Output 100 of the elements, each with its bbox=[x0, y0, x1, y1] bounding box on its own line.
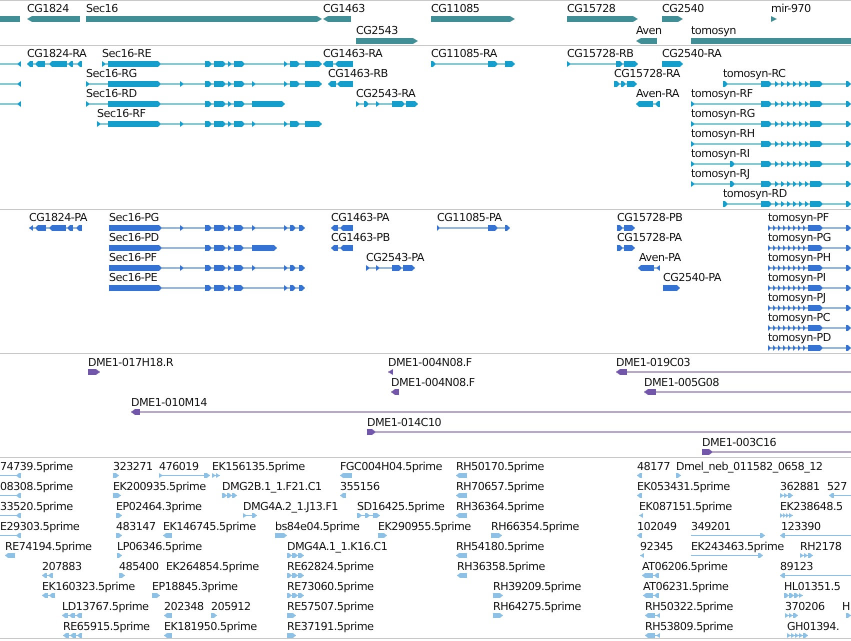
transcript-model[interactable] bbox=[328, 81, 353, 87]
transcript-model[interactable] bbox=[614, 81, 637, 87]
est-marker[interactable] bbox=[0, 493, 21, 498]
est-marker[interactable] bbox=[63, 633, 82, 638]
est-marker[interactable] bbox=[691, 533, 765, 538]
est-marker[interactable] bbox=[357, 513, 380, 518]
protein-model[interactable] bbox=[331, 245, 353, 251]
est-marker[interactable] bbox=[787, 633, 808, 638]
est-marker[interactable] bbox=[800, 553, 813, 558]
est-marker[interactable] bbox=[457, 573, 467, 578]
gene-bar[interactable] bbox=[771, 16, 777, 22]
est-marker[interactable] bbox=[378, 533, 387, 538]
est-marker[interactable] bbox=[784, 593, 803, 598]
protein-model[interactable] bbox=[768, 285, 851, 291]
transcript-model[interactable] bbox=[0, 61, 21, 67]
est-marker[interactable] bbox=[287, 553, 304, 558]
est-marker[interactable] bbox=[0, 533, 21, 538]
est-marker[interactable] bbox=[275, 533, 287, 538]
transcript-model[interactable] bbox=[691, 181, 851, 187]
est-marker[interactable] bbox=[491, 533, 502, 538]
est-marker[interactable] bbox=[640, 553, 644, 558]
transcript-model[interactable] bbox=[323, 61, 353, 67]
transcript-model[interactable] bbox=[86, 81, 322, 87]
est-marker[interactable] bbox=[116, 513, 122, 518]
est-marker[interactable] bbox=[159, 473, 210, 478]
transcript-model[interactable] bbox=[636, 101, 660, 107]
est-marker[interactable] bbox=[287, 573, 304, 578]
transcript-model[interactable] bbox=[0, 81, 21, 87]
est-marker[interactable] bbox=[456, 473, 467, 478]
est-marker[interactable] bbox=[116, 533, 122, 538]
est-marker[interactable] bbox=[785, 613, 798, 618]
est-marker[interactable] bbox=[642, 573, 659, 578]
transcript-model[interactable] bbox=[723, 201, 851, 207]
protein-model[interactable] bbox=[437, 225, 510, 231]
protein-model[interactable] bbox=[331, 225, 353, 231]
est-marker[interactable] bbox=[113, 473, 119, 478]
gene-bar[interactable] bbox=[567, 16, 638, 22]
gene-bar[interactable] bbox=[356, 38, 418, 44]
est-marker[interactable] bbox=[164, 613, 172, 618]
est-marker[interactable] bbox=[493, 613, 503, 618]
protein-model[interactable] bbox=[109, 225, 305, 231]
est-marker[interactable] bbox=[691, 553, 763, 558]
protein-model[interactable] bbox=[29, 225, 82, 231]
est-marker[interactable] bbox=[0, 513, 21, 518]
transcript-model[interactable] bbox=[0, 101, 21, 107]
est-marker[interactable] bbox=[676, 473, 681, 478]
est-marker[interactable] bbox=[780, 493, 793, 498]
est-marker[interactable] bbox=[645, 613, 660, 618]
clone-arrow[interactable] bbox=[88, 369, 100, 375]
gene-bar[interactable] bbox=[323, 16, 351, 22]
gene-bar[interactable] bbox=[636, 38, 657, 44]
est-marker[interactable] bbox=[493, 593, 503, 598]
est-marker[interactable] bbox=[456, 553, 467, 558]
est-marker[interactable] bbox=[287, 613, 296, 618]
transcript-model[interactable] bbox=[691, 161, 851, 167]
est-marker[interactable] bbox=[42, 593, 55, 598]
est-marker[interactable] bbox=[780, 573, 851, 578]
est-marker[interactable] bbox=[287, 633, 296, 638]
protein-model[interactable] bbox=[617, 225, 635, 231]
protein-model[interactable] bbox=[768, 225, 851, 231]
protein-model[interactable] bbox=[768, 325, 851, 331]
protein-model[interactable] bbox=[768, 305, 851, 311]
est-marker[interactable] bbox=[243, 513, 257, 518]
protein-model[interactable] bbox=[109, 265, 305, 271]
protein-model[interactable] bbox=[109, 245, 277, 251]
est-marker[interactable] bbox=[42, 573, 53, 578]
est-marker[interactable] bbox=[222, 493, 237, 498]
est-marker[interactable] bbox=[211, 613, 217, 618]
est-marker[interactable] bbox=[846, 613, 851, 618]
gene-bar[interactable] bbox=[662, 16, 683, 22]
protein-model[interactable] bbox=[617, 245, 635, 251]
transcript-model[interactable] bbox=[97, 121, 322, 127]
est-marker[interactable] bbox=[780, 533, 851, 538]
transcript-model[interactable] bbox=[662, 61, 683, 67]
est-marker[interactable] bbox=[119, 573, 125, 578]
transcript-model[interactable] bbox=[567, 61, 638, 67]
transcript-model[interactable] bbox=[431, 61, 515, 67]
est-marker[interactable] bbox=[212, 473, 220, 478]
protein-model[interactable] bbox=[768, 245, 851, 251]
est-marker[interactable] bbox=[5, 553, 15, 558]
est-marker[interactable] bbox=[456, 493, 467, 498]
protein-model[interactable] bbox=[768, 265, 851, 271]
est-marker[interactable] bbox=[163, 533, 172, 538]
est-marker[interactable] bbox=[645, 633, 660, 638]
est-marker[interactable] bbox=[0, 473, 21, 478]
est-marker[interactable] bbox=[456, 513, 467, 518]
transcript-model[interactable] bbox=[86, 101, 285, 107]
est-marker[interactable] bbox=[117, 553, 122, 558]
protein-model[interactable] bbox=[366, 265, 415, 271]
est-marker[interactable] bbox=[164, 633, 172, 638]
est-marker[interactable] bbox=[637, 493, 642, 498]
protein-model[interactable] bbox=[768, 345, 851, 351]
est-marker[interactable] bbox=[639, 513, 643, 518]
est-marker[interactable] bbox=[340, 493, 346, 498]
gene-bar[interactable] bbox=[27, 16, 80, 22]
est-marker[interactable] bbox=[152, 593, 160, 598]
est-marker[interactable] bbox=[637, 473, 642, 478]
clone-arrow[interactable] bbox=[388, 369, 393, 375]
transcript-model[interactable] bbox=[27, 61, 82, 67]
transcript-model[interactable] bbox=[691, 121, 851, 127]
